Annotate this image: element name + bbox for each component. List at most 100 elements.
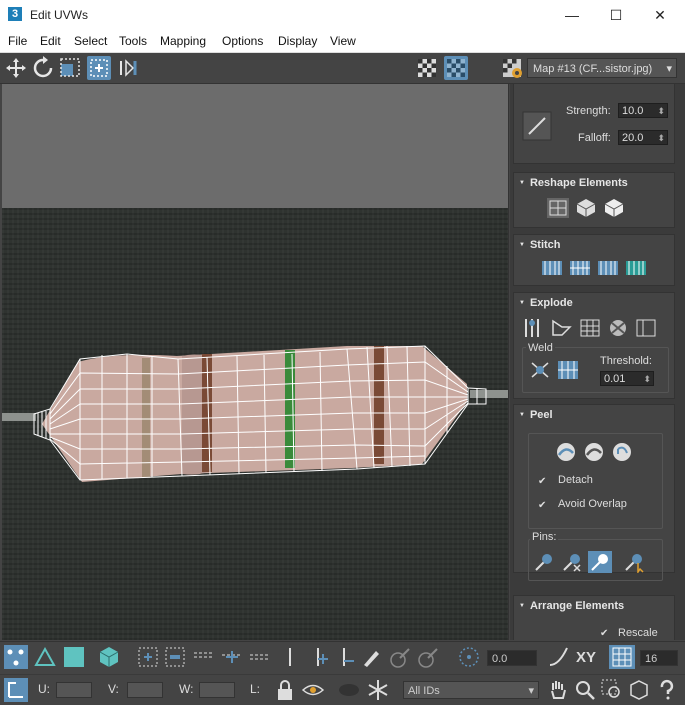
select-pins-icon[interactable] [622, 551, 646, 573]
relax-icon[interactable] [574, 197, 598, 219]
reset-peel-icon[interactable] [610, 441, 634, 463]
rescale-checkbox[interactable]: ✔ [600, 629, 610, 639]
u-field[interactable] [56, 682, 92, 698]
material-id-dropdown[interactable]: All IDs ▾ [403, 681, 539, 699]
strength-label: Strength: [566, 105, 611, 117]
straighten-icon[interactable] [546, 197, 570, 219]
loop-shrink-icon[interactable] [248, 645, 272, 669]
menu-file[interactable]: File [8, 34, 27, 48]
menu-mapping[interactable]: Mapping [160, 34, 206, 48]
stitch-to-source-icon[interactable] [568, 257, 592, 279]
scale-icon[interactable] [58, 56, 82, 80]
move-icon[interactable] [4, 56, 28, 80]
face-mode-icon[interactable] [62, 645, 86, 669]
shrink-selection-icon[interactable] [163, 645, 187, 669]
uv-editor-viewport[interactable] [2, 84, 509, 640]
help-icon[interactable] [655, 678, 679, 702]
v-field[interactable] [127, 682, 163, 698]
paint-shrink-icon[interactable] [416, 645, 440, 669]
lock-icon[interactable] [273, 678, 297, 702]
map-settings-icon[interactable] [500, 56, 524, 80]
edge-mode-icon[interactable] [33, 645, 57, 669]
weld-target-icon[interactable] [556, 359, 580, 381]
brush-icon[interactable] [522, 111, 552, 141]
pin-remove-icon[interactable] [560, 551, 584, 573]
reshape-elements-title[interactable]: Reshape Elements [519, 177, 628, 189]
stitch-custom-icon[interactable] [540, 257, 564, 279]
w-field[interactable] [199, 682, 235, 698]
peel-title[interactable]: Peel [519, 409, 553, 421]
freeze-icon[interactable] [366, 678, 390, 702]
element-mode-icon[interactable] [97, 645, 121, 669]
hide-icon[interactable] [301, 678, 325, 702]
grow-selection-icon[interactable] [136, 645, 160, 669]
ring-shrink-icon[interactable] [334, 645, 358, 669]
detach-checkbox[interactable]: ✔ [538, 477, 548, 487]
checker-pattern-icon[interactable] [415, 56, 439, 80]
flatten-by-material-icon[interactable] [606, 317, 630, 339]
grid-size-spinner[interactable]: 16 [640, 650, 678, 666]
vertex-mode-icon[interactable] [4, 645, 28, 669]
avoid-overlap-checkbox[interactable]: ✔ [538, 501, 548, 511]
loop-grow-icon[interactable] [220, 645, 244, 669]
zoom-icon[interactable] [573, 678, 597, 702]
flatten-icon[interactable] [578, 317, 602, 339]
loop-select-icon[interactable] [192, 645, 216, 669]
menu-tools[interactable]: Tools [119, 34, 147, 48]
brush-rollout: Strength: 10.0 Falloff: 20.0 [513, 84, 675, 164]
break-icon[interactable] [522, 317, 546, 339]
band-4 [142, 358, 150, 478]
soft-selection-curve-icon[interactable] [547, 645, 571, 669]
pin-add-icon[interactable] [532, 551, 556, 573]
title-bar: 3 Edit UVWs — ☐ ✕ [0, 0, 685, 30]
menu-options[interactable]: Options [222, 34, 263, 48]
relax-settings-icon[interactable] [602, 197, 626, 219]
stitch-average-icon[interactable] [596, 257, 620, 279]
menu-view[interactable]: View [330, 34, 356, 48]
zoom-extents-icon[interactable] [627, 678, 651, 702]
maximize-button[interactable]: ☐ [601, 4, 631, 26]
texture-map-dropdown[interactable]: Map #13 (CF...sistor.jpg) ▾ [527, 58, 677, 78]
app-logo-icon: 3 [8, 7, 22, 21]
grid-snap-icon[interactable] [609, 645, 635, 669]
threshold-spinner[interactable]: 0.01 [600, 371, 654, 387]
menu-select[interactable]: Select [74, 34, 107, 48]
weld-label: Weld [526, 342, 555, 354]
peel-mode-icon[interactable] [582, 441, 606, 463]
arrange-elements-title[interactable]: Arrange Elements [519, 600, 624, 612]
mirror-icon[interactable] [116, 56, 140, 80]
pan-icon[interactable] [546, 678, 570, 702]
auto-pin-icon[interactable] [588, 551, 612, 573]
angle-spinner[interactable]: 0.0 [487, 650, 537, 666]
quick-peel-icon[interactable] [554, 441, 578, 463]
show-map-icon[interactable] [444, 56, 468, 80]
stitch-title[interactable]: Stitch [519, 239, 561, 251]
strength-spinner[interactable]: 10.0 [618, 103, 668, 119]
rotation-settings-icon[interactable] [457, 645, 481, 669]
paint-select-icon[interactable] [360, 645, 384, 669]
detach-edge-icon[interactable] [550, 317, 574, 339]
menu-edit[interactable]: Edit [40, 34, 61, 48]
explode-rollout: Explode Weld Threshold: 0.01 [513, 292, 675, 399]
paint-grow-icon[interactable] [388, 645, 412, 669]
menu-display[interactable]: Display [278, 34, 317, 48]
zoom-region-icon[interactable] [600, 678, 624, 702]
falloff-label: Falloff: [578, 132, 611, 144]
menu-bar: File Edit Select Tools Mapping Options D… [0, 30, 685, 53]
close-button[interactable]: ✕ [645, 4, 675, 26]
chevron-down-icon: ▾ [528, 685, 534, 697]
unhide-icon[interactable] [337, 678, 361, 702]
flatten-settings-icon[interactable] [634, 317, 658, 339]
ring-select-icon[interactable] [282, 645, 306, 669]
w-label: W: [179, 682, 194, 696]
falloff-spinner[interactable]: 20.0 [618, 130, 668, 146]
weld-selected-icon[interactable] [528, 359, 552, 381]
xy-toggle[interactable]: XY [576, 649, 596, 666]
absolute-offset-icon[interactable] [4, 678, 28, 702]
freeform-mode-icon[interactable] [87, 56, 111, 80]
stitch-to-target-icon[interactable] [624, 257, 648, 279]
rotate-icon[interactable] [31, 56, 55, 80]
explode-title[interactable]: Explode [519, 297, 573, 309]
minimize-button[interactable]: — [557, 4, 587, 26]
ring-grow-icon[interactable] [308, 645, 332, 669]
